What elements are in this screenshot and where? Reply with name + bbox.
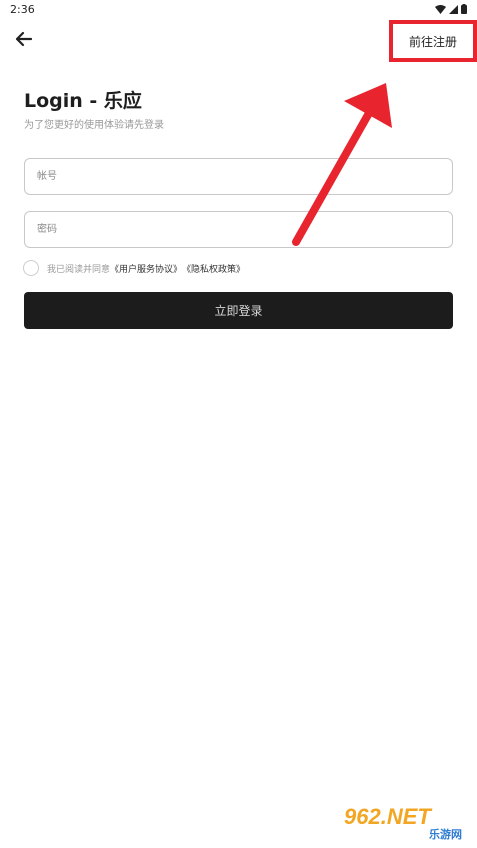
status-bar: 2:36 <box>0 0 477 20</box>
account-input[interactable] <box>24 158 453 195</box>
password-input[interactable] <box>24 211 453 248</box>
login-button[interactable]: 立即登录 <box>24 292 453 329</box>
register-highlight-box: 前往注册 <box>389 20 477 62</box>
battery-icon <box>461 4 467 14</box>
page-title: Login - 乐应 <box>24 90 142 112</box>
privacy-policy-link[interactable]: 《隐私权政策》 <box>182 262 245 275</box>
register-link[interactable]: 前往注册 <box>393 24 473 58</box>
watermark-brand: 962.NET <box>344 804 432 829</box>
status-icons <box>435 4 467 14</box>
watermark-site-name: 乐游网 <box>429 828 462 841</box>
page-subtitle: 为了您更好的使用体验请先登录 <box>24 120 164 131</box>
agreement-checkbox[interactable] <box>23 260 39 276</box>
watermark: 962.NET 乐游网 <box>338 798 472 844</box>
signal-icon <box>449 4 458 14</box>
arrow-left-icon <box>15 31 33 47</box>
user-agreement-link[interactable]: 《用户服务协议》 <box>110 262 182 275</box>
agreement-row: 我已阅读并同意 《用户服务协议》 《隐私权政策》 <box>23 259 245 277</box>
back-button[interactable] <box>12 28 36 50</box>
agreement-text: 我已阅读并同意 <box>47 264 111 275</box>
status-time: 2:36 <box>10 3 35 16</box>
wifi-icon <box>435 4 446 14</box>
